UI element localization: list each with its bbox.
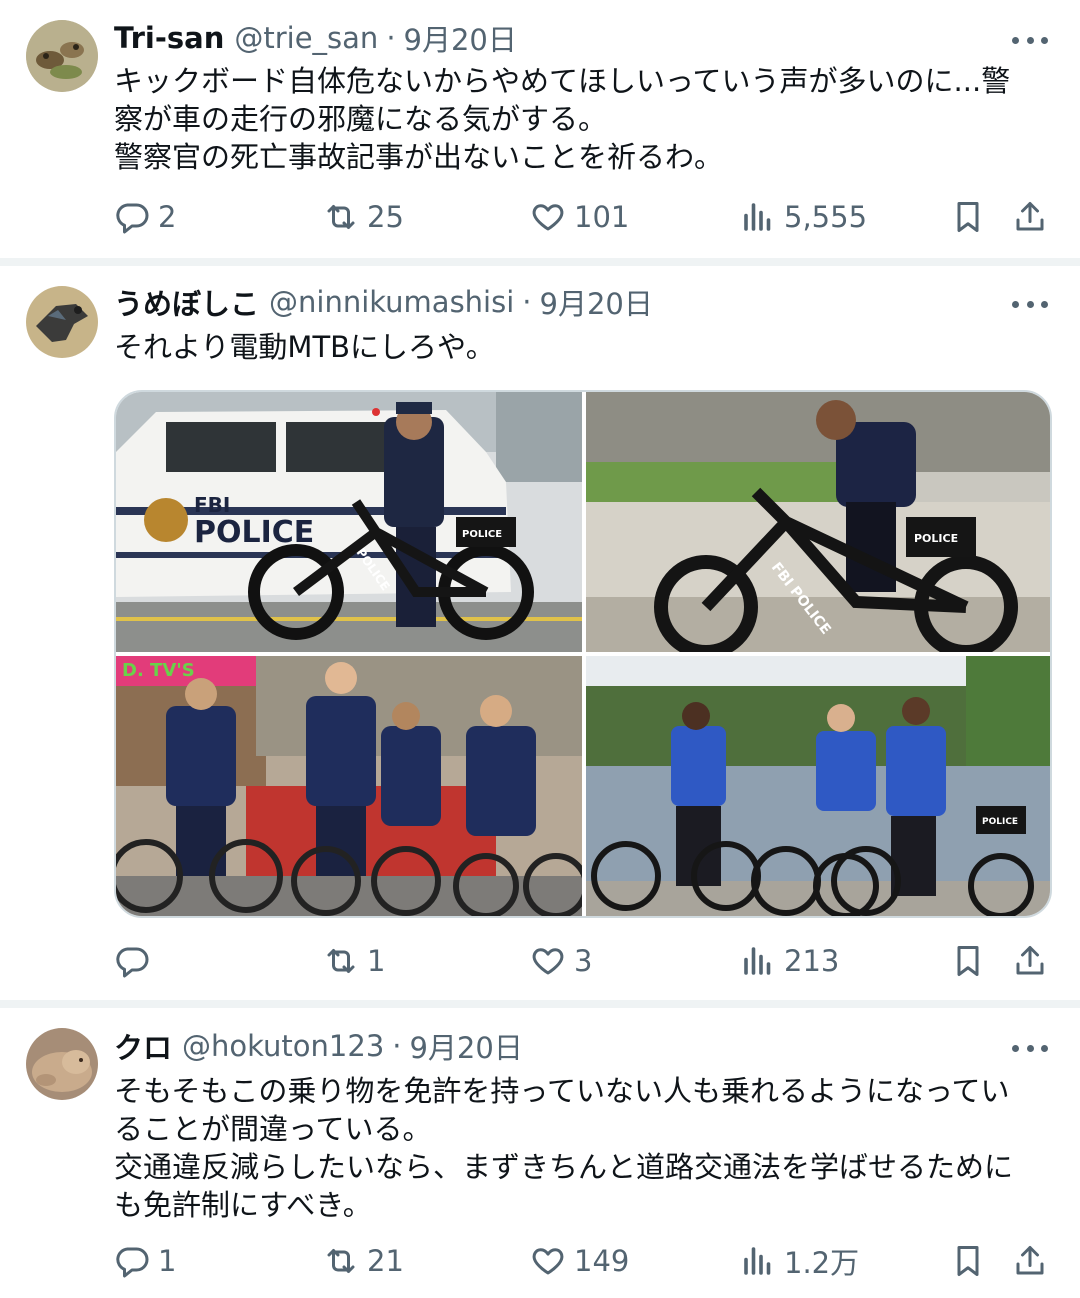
tweet-date[interactable]: 9月20日 bbox=[404, 18, 517, 58]
views-icon bbox=[744, 203, 771, 231]
reply-icon bbox=[116, 203, 149, 234]
repost-button[interactable]: 25 bbox=[323, 192, 404, 242]
photo-fbi-police-suv[interactable]: FBI POLICE POLICE POLICE bbox=[116, 392, 582, 652]
tweet[interactable]: クロ @hokuton123 · 9月20日 そもそもこの乗り物を免許を持ってい… bbox=[0, 1008, 1080, 1298]
views-count: 213 bbox=[784, 944, 840, 978]
like-icon bbox=[532, 204, 564, 231]
tweet-text: キックボード自体危ないからやめてほしいっていう声が多いのに...警 察が車の走行… bbox=[114, 64, 1011, 174]
reply-icon bbox=[116, 1247, 149, 1278]
tweet-date[interactable]: 9月20日 bbox=[540, 282, 653, 322]
reply-button[interactable] bbox=[114, 936, 158, 986]
tweet[interactable]: Tri-san @trie_san · 9月20日 キックボード自体危ないからや… bbox=[0, 0, 1080, 258]
like-count: 149 bbox=[574, 1244, 630, 1278]
tweet-date[interactable]: 9月20日 bbox=[409, 1026, 522, 1066]
avatar[interactable] bbox=[26, 20, 98, 92]
photo1-fbi-text: FBI bbox=[194, 493, 230, 517]
views-button[interactable]: 5,555 bbox=[740, 192, 867, 242]
divider bbox=[0, 1000, 1080, 1008]
avatar[interactable] bbox=[26, 1028, 98, 1100]
photo-officers-by-water[interactable]: POLICE bbox=[586, 656, 1050, 916]
like-icon bbox=[532, 948, 564, 975]
repost-count: 25 bbox=[367, 200, 404, 234]
bookmark-icon bbox=[957, 202, 979, 232]
like-button[interactable]: 149 bbox=[530, 1236, 629, 1286]
media-grid: FBI POLICE POLICE POLICE POLICE FBI POLI… bbox=[114, 390, 1052, 918]
more-icon[interactable] bbox=[1012, 30, 1048, 50]
like-button[interactable]: 3 bbox=[530, 936, 592, 986]
like-button[interactable]: 101 bbox=[530, 192, 629, 242]
action-bar: 2 25 101 5,555 bbox=[0, 192, 1080, 242]
tweet-header: うめぼしこ @ninnikumashisi · 9月20日 bbox=[114, 282, 1010, 322]
bookmark-icon bbox=[957, 1246, 979, 1276]
views-count: 1.2万 bbox=[784, 1246, 860, 1280]
divider bbox=[0, 258, 1080, 266]
separator: · bbox=[386, 21, 396, 55]
separator: · bbox=[522, 285, 532, 319]
tweet-header: クロ @hokuton123 · 9月20日 bbox=[114, 1026, 1010, 1066]
views-icon bbox=[744, 947, 771, 975]
share-icon bbox=[1016, 946, 1044, 975]
avatar[interactable] bbox=[26, 286, 98, 358]
photo-bike-patrol-group[interactable]: D. TV'S bbox=[116, 656, 582, 916]
repost-button[interactable]: 21 bbox=[323, 1236, 404, 1286]
photo-officer-riding[interactable]: POLICE FBI POLICE bbox=[586, 392, 1050, 652]
tweet-text: それより電動MTBにしろや。 bbox=[114, 330, 495, 364]
user-handle[interactable]: @trie_san bbox=[234, 21, 378, 55]
bookmark-icon bbox=[957, 946, 979, 976]
more-icon[interactable] bbox=[1012, 294, 1048, 314]
more-icon[interactable] bbox=[1012, 1038, 1048, 1058]
like-icon bbox=[532, 1248, 564, 1275]
reply-button[interactable]: 1 bbox=[114, 1236, 176, 1286]
photo1-bag-text: POLICE bbox=[462, 529, 502, 540]
views-count: 5,555 bbox=[784, 200, 868, 234]
display-name[interactable]: クロ bbox=[114, 1026, 172, 1066]
tweet-text: そもそもこの乗り物を免許を持っていない人も乗れるようになってい ることが間違って… bbox=[114, 1074, 1014, 1222]
views-button[interactable]: 1.2万 bbox=[740, 1236, 859, 1286]
share-button[interactable] bbox=[1012, 936, 1048, 986]
share-button[interactable] bbox=[1012, 192, 1048, 242]
views-button[interactable]: 213 bbox=[740, 936, 839, 986]
bookmark-button[interactable] bbox=[950, 936, 986, 986]
repost-count: 21 bbox=[367, 1244, 404, 1278]
user-handle[interactable]: @ninnikumashisi bbox=[269, 285, 514, 319]
separator: · bbox=[392, 1029, 402, 1063]
action-bar: 1 21 149 1.2万 bbox=[0, 1236, 1080, 1286]
share-icon bbox=[1016, 1246, 1044, 1275]
like-count: 3 bbox=[574, 944, 593, 978]
action-bar: 1 3 213 bbox=[0, 936, 1080, 986]
display-name[interactable]: うめぼしこ bbox=[114, 282, 259, 322]
reply-icon bbox=[116, 947, 149, 978]
user-handle[interactable]: @hokuton123 bbox=[182, 1029, 384, 1063]
display-name[interactable]: Tri-san bbox=[114, 21, 224, 55]
tweet-header: Tri-san @trie_san · 9月20日 bbox=[114, 18, 1010, 58]
reply-count: 1 bbox=[158, 1244, 177, 1278]
reply-count: 2 bbox=[158, 200, 177, 234]
views-icon bbox=[744, 1247, 771, 1275]
repost-icon bbox=[327, 1249, 355, 1273]
photo4-bag-text: POLICE bbox=[982, 817, 1018, 827]
repost-button[interactable]: 1 bbox=[323, 936, 385, 986]
repost-icon bbox=[327, 205, 355, 229]
bookmark-button[interactable] bbox=[950, 1236, 986, 1286]
like-count: 101 bbox=[574, 200, 630, 234]
bookmark-button[interactable] bbox=[950, 192, 986, 242]
share-button[interactable] bbox=[1012, 1236, 1048, 1286]
photo3-sign-text: D. TV'S bbox=[122, 660, 195, 681]
repost-count: 1 bbox=[367, 944, 386, 978]
reply-button[interactable]: 2 bbox=[114, 192, 176, 242]
share-icon bbox=[1016, 202, 1044, 231]
repost-icon bbox=[327, 949, 355, 973]
photo2-bag-text: POLICE bbox=[914, 532, 958, 545]
